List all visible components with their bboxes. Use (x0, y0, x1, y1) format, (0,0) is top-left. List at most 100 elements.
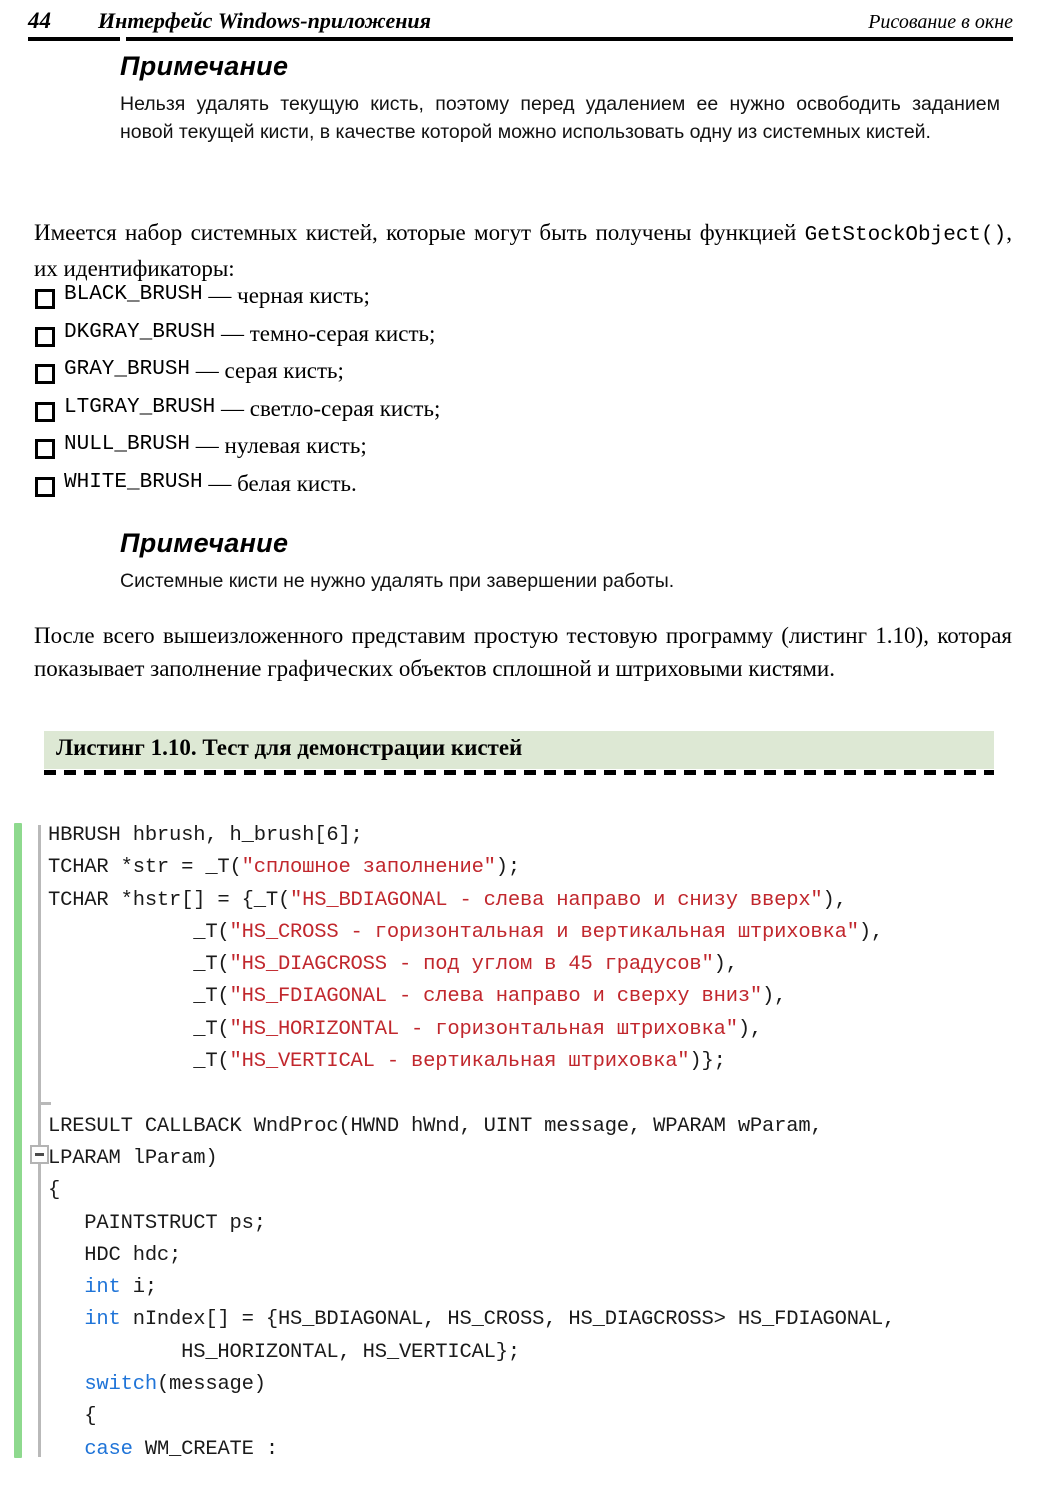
list-item: LTGRAY_BRUSH — светло-серая кисть; (34, 396, 734, 434)
code-token: LRESULT CALLBACK WndProc(HWND hWnd, UINT… (48, 1114, 823, 1138)
brush-identifier-list: BLACK_BRUSH — черная кисть; DKGRAY_BRUSH… (34, 283, 734, 508)
square-bullet-icon (34, 288, 64, 314)
code-token: ); (495, 856, 521, 880)
code-line: TCHAR *hstr[] = {_T("HS_BDIAGONAL - слев… (48, 885, 1038, 917)
code-string-literal: "HS_HORIZONTAL - горизонтальная штриховк… (229, 1017, 738, 1041)
page-number: 44 (28, 8, 51, 33)
listing-caption-band: Листинг 1.10. Тест для демонстрации кист… (44, 731, 994, 769)
code-line: int i; (48, 1272, 1038, 1304)
code-token: TCHAR *str = _T( (48, 856, 242, 880)
list-item: BLACK_BRUSH — черная кисть; (34, 283, 734, 321)
code-string-literal: "HS_DIAGCROSS - под углом в 45 градусов" (229, 953, 714, 977)
code-token: HS_HORIZONTAL, HS_VERTICAL}; (48, 1340, 520, 1364)
code-token: ), (713, 953, 738, 977)
code-line: int nIndex[] = {HS_BDIAGONAL, HS_CROSS, … (48, 1304, 1038, 1336)
listing-dashed-rule (44, 770, 994, 775)
paragraph-stock-brushes: Имеется набор системных кистей, которые … (34, 216, 1012, 285)
page-running-head: 44 Интерфейс Windows-приложения Рисовани… (28, 8, 1013, 42)
code-line: _T("HS_HORIZONTAL - горизонтальная штрих… (48, 1014, 1038, 1046)
list-item-desc: — нулевая кисть; (190, 433, 367, 458)
code-token: { (48, 1179, 61, 1203)
code-token: LPARAM lParam) (48, 1146, 218, 1170)
code-keyword: case (84, 1437, 133, 1461)
square-bullet-icon (34, 326, 64, 352)
code-token: _T( (48, 1050, 230, 1074)
code-line: { (48, 1175, 1038, 1207)
code-keyword: int (84, 1276, 121, 1300)
code-fold-guide-line (38, 825, 41, 1457)
paragraph-text-before: Имеется набор системных кистей, которые … (34, 220, 805, 245)
paragraph-listing-intro: После всего вышеизложенного представим п… (34, 623, 1012, 681)
code-line: PAINTSTRUCT ps; (48, 1208, 1038, 1240)
code-line: LPARAM lParam) (48, 1143, 1038, 1175)
code-token: HDC hdc; (48, 1243, 182, 1267)
inline-code-getstockobject: GetStockObject() (804, 224, 1007, 247)
code-token: ), (822, 888, 847, 912)
code-token: { (48, 1405, 97, 1429)
list-item-desc: — светло-серая кисть; (215, 395, 441, 421)
list-item: WHITE_BRUSH — белая кисть. (34, 471, 734, 509)
code-string-literal: "HS_VERTICAL - вертикальная штриховка" (229, 1050, 690, 1074)
code-token: _T( (48, 1017, 230, 1041)
code-line: _T("HS_VERTICAL - вертикальная штриховка… (48, 1046, 1038, 1078)
code-string-literal: "HS_FDIAGONAL - слева направо и сверху в… (229, 985, 763, 1009)
note-heading-2: Примечание (120, 528, 289, 558)
list-item-desc: — темно-серая кисть; (215, 320, 436, 346)
code-token: HBRUSH hbrush, h_brush[6]; (48, 824, 363, 847)
square-bullet-icon (34, 438, 64, 464)
running-head-left-title: Интерфейс Windows-приложения (98, 8, 431, 33)
code-string-literal: "сплошное заполнение" (241, 856, 496, 880)
code-accent-bar (14, 823, 22, 1458)
list-item-code: BLACK_BRUSH (64, 283, 203, 306)
square-bullet-icon (34, 401, 64, 427)
list-item-code: DKGRAY_BRUSH (64, 320, 216, 344)
code-token: PAINTSTRUCT ps; (48, 1211, 266, 1235)
code-line: _T("HS_CROSS - горизонтальная и вертикал… (48, 917, 1038, 949)
note-body-2: Системные кисти не нужно удалять при зав… (120, 570, 675, 592)
code-token: _T( (48, 985, 230, 1009)
code-token: ), (737, 1017, 763, 1041)
code-line: switch(message) (48, 1369, 1038, 1401)
code-token: ), (858, 920, 884, 944)
code-string-literal: "HS_BDIAGONAL - слева направо и снизу вв… (290, 888, 823, 912)
list-item-desc: — серая кисть; (190, 358, 344, 383)
note-heading-1: Примечание (120, 51, 289, 81)
list-item: NULL_BRUSH — нулевая кисть; (34, 433, 734, 471)
note-body-1: Нельзя удалять текущую кисть, поэтому пе… (120, 93, 1000, 143)
list-item-code: LTGRAY_BRUSH (64, 395, 216, 419)
square-bullet-icon (34, 363, 64, 389)
list-item-code: NULL_BRUSH (64, 433, 191, 456)
list-item: DKGRAY_BRUSH — темно-серая кисть; (34, 321, 734, 359)
code-line: _T("HS_FDIAGONAL - слева направо и сверх… (48, 981, 1038, 1013)
list-item-desc: — черная кисть; (202, 283, 370, 308)
code-token: i; (120, 1276, 157, 1300)
code-keyword: switch (84, 1373, 157, 1397)
running-head-row: 44 Интерфейс Windows-приложения Рисовани… (28, 8, 1013, 34)
code-line: case WM_CREATE : (48, 1434, 1038, 1466)
code-token: TCHAR *hstr[] = {_T( (48, 888, 291, 912)
code-token: (message) (156, 1373, 266, 1397)
header-rule (28, 37, 1013, 41)
square-bullet-icon (34, 476, 64, 502)
code-token: _T( (48, 953, 230, 977)
code-fold-collapse-icon[interactable] (30, 1145, 49, 1164)
code-text: HBRUSH hbrush, h_brush[6]; TCHAR *str = _… (48, 820, 1038, 1466)
list-item: GRAY_BRUSH — серая кисть; (34, 358, 734, 396)
header-rule-gap (120, 37, 126, 41)
list-item-code: GRAY_BRUSH (64, 358, 191, 381)
code-line: _T("HS_DIAGCROSS - под углом в 45 градус… (48, 949, 1038, 981)
code-token: _T( (48, 920, 230, 944)
code-line: HDC hdc; (48, 1240, 1038, 1272)
code-token: )}; (689, 1050, 726, 1074)
code-line: LRESULT CALLBACK WndProc(HWND hWnd, UINT… (48, 1111, 1038, 1143)
code-line: TCHAR *str = _T("сплошное заполнение"); (48, 852, 1038, 884)
listing-caption-text: Листинг 1.10. Тест для демонстрации кист… (56, 735, 523, 760)
list-item-code: WHITE_BRUSH (64, 470, 203, 494)
code-line: { (48, 1401, 1038, 1433)
code-listing-block: HBRUSH hbrush, h_brush[6]; TCHAR *str = _… (0, 820, 1041, 1480)
